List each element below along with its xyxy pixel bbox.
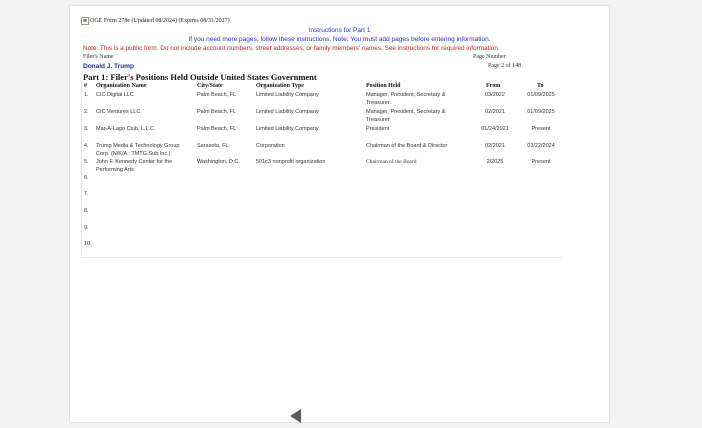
public-form-note: Note: This is a public form. Do not incl… <box>83 45 500 52</box>
organization-type: Limited Liability Company <box>256 109 319 115</box>
row-number: 3. <box>84 126 89 132</box>
filer-name: Donald J. Trump <box>83 63 134 70</box>
col-header-number: # <box>84 83 87 89</box>
row-number: 8. <box>84 208 89 214</box>
row-number: 10. <box>84 241 92 247</box>
col-header-organization: Organization Name <box>96 83 147 89</box>
form-header: OGE Form 278e (Updated 08/2024) (Expires… <box>81 17 230 25</box>
organization-type: Limited Liability Company <box>256 126 319 132</box>
position-held: Manager, President, Secretary & Treasure… <box>366 109 446 123</box>
position-held: Chairman of the Board <box>366 159 417 165</box>
from-date: 03/2022 <box>485 92 505 98</box>
to-date: 03/22/2024 <box>527 143 555 149</box>
row-number: 4. <box>84 143 89 149</box>
organization-name: Trump Media & Technology Group Corp. (N/… <box>96 143 180 157</box>
to-date: 01/09/2025 <box>527 109 555 115</box>
page-number-label: Page Number <box>473 54 506 60</box>
organization-name: CIC Digital LLC <box>96 92 134 98</box>
position-held: President <box>366 126 390 132</box>
from-date: 02/2021 <box>485 109 505 115</box>
organization-type: Limited Liability Company <box>256 92 319 98</box>
organization-name: CIC Ventures LLC <box>96 109 141 115</box>
form-header-text: OGE Form 278e (Updated 08/2024) (Expires… <box>90 18 230 24</box>
broken-image-icon <box>81 17 89 25</box>
from-date: 02/2021 <box>485 143 505 149</box>
col-header-to: To <box>537 83 544 89</box>
organization-name: John F. Kennedy Center for the Performin… <box>96 159 173 173</box>
row-number: 1. <box>84 92 89 98</box>
to-date: Present <box>531 159 551 165</box>
row-number: 7. <box>84 191 89 197</box>
row-number: 2. <box>84 109 89 115</box>
filer-name-label: Filer's Name <box>83 54 114 60</box>
from-date: 01/24/2021 <box>481 126 509 132</box>
page-number: Page 2 of 148 <box>488 63 522 69</box>
city-state: Washington, D.C. <box>197 159 240 165</box>
row-number: 9. <box>84 225 89 231</box>
part-title: Part 1: Filer's Positions Held Outside U… <box>83 72 317 82</box>
col-header-from: From <box>486 83 501 89</box>
to-date: 01/09/2025 <box>527 92 555 98</box>
position-held: Manager, President, Secretary & Treasure… <box>366 92 446 106</box>
position-held: Chairman of the Board & Director <box>366 143 448 149</box>
instructions-title: Instructions for Part 1 <box>308 27 371 34</box>
row-number: 5. <box>84 159 89 165</box>
instructions-line: If you need more pages, follow these ins… <box>188 36 491 43</box>
city-state: Sarasota, FL <box>197 143 229 149</box>
col-header-org-type: Organization Type <box>256 83 304 89</box>
col-header-city-state: City/State <box>197 83 223 89</box>
col-header-position: Position Held <box>366 83 401 89</box>
to-date: Present <box>531 126 551 132</box>
city-state: Palm Beach, FL <box>197 92 237 98</box>
document-page: OGE Form 278e (Updated 08/2024) (Expires… <box>69 5 610 423</box>
row-number: 6. <box>84 175 89 181</box>
organization-name: Mar-A-Lago Club, L.L.C. <box>96 126 156 132</box>
triangle-left-icon[interactable] <box>290 409 301 423</box>
organization-type: 501c3 nonprofit organization <box>256 159 326 165</box>
organization-type: Corporation <box>256 143 285 149</box>
city-state: Palm Beach, FL <box>197 109 237 115</box>
from-date: 2/2025 <box>486 159 504 165</box>
city-state: Palm Beach, FL <box>197 126 237 132</box>
